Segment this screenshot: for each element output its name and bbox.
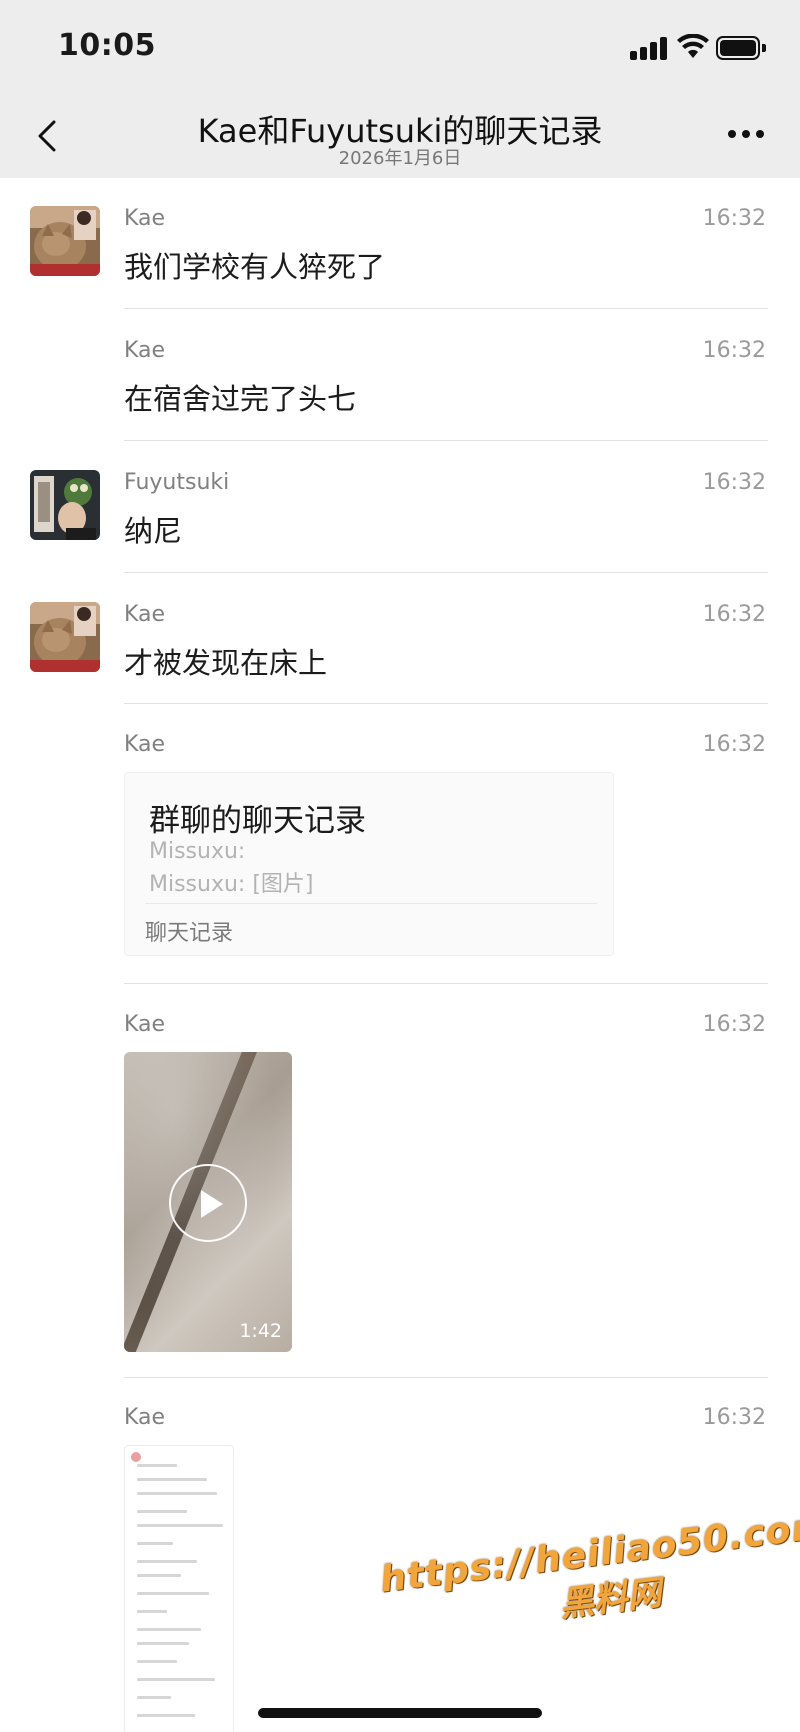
chat-record-item[interactable]: Fuyutsuki 16:32 纳尼 (0, 470, 800, 574)
chat-record-item[interactable]: Kae 16:32 才被发现在床上 (0, 602, 800, 706)
play-icon[interactable] (169, 1164, 247, 1242)
video-duration: 1:42 (239, 1320, 282, 1342)
message-time: 16:32 (702, 1012, 766, 1037)
sender-name: Fuyutsuki (124, 470, 230, 495)
kae-cat-avatar[interactable] (30, 602, 100, 672)
status-bar: 10:05 (0, 0, 800, 96)
nav-bar: Kae和Fuyutsuki的聊天记录 2026年1月6日 (0, 96, 800, 178)
cellular-signal-icon (630, 36, 668, 60)
divider (124, 703, 768, 704)
card-footer: 聊天记录 (145, 921, 234, 946)
card-preview-line: Missuxu: [图片] (149, 872, 314, 897)
divider (124, 572, 768, 573)
divider (124, 1377, 768, 1378)
sender-name: Kae (124, 732, 166, 757)
message-time: 16:32 (702, 338, 766, 363)
chat-record-item: Kae 16:32 1:42 (0, 1012, 800, 1372)
message-time: 16:32 (702, 470, 766, 495)
message-text: 我们学校有人猝死了 (124, 250, 386, 284)
sender-name: Kae (124, 1405, 166, 1430)
card-preview-line: Missuxu: (149, 839, 246, 864)
message-time: 16:32 (702, 206, 766, 231)
battery-icon (716, 36, 766, 60)
sender-name: Kae (124, 206, 166, 231)
chat-record-item[interactable]: Kae 16:32 我们学校有人猝死了 (0, 206, 800, 310)
divider (124, 440, 768, 441)
more-options-icon[interactable] (722, 124, 770, 144)
wifi-icon (677, 34, 709, 58)
chat-record-item: Kae 16:32 群聊的聊天记录 Missuxu: Missuxu: [图片]… (0, 732, 800, 982)
page-date: 2026年1月6日 (338, 148, 462, 169)
card-title: 群聊的聊天记录 (149, 803, 366, 839)
sender-name: Kae (124, 338, 166, 363)
fuyutsuki-avatar[interactable] (30, 470, 100, 540)
message-time: 16:32 (702, 602, 766, 627)
chat-record-item[interactable]: Kae 16:32 在宿舍过完了头七 (0, 338, 800, 442)
message-time: 16:32 (702, 1405, 766, 1430)
chat-screenshot-thumbnail[interactable] (124, 1445, 234, 1732)
message-text: 才被发现在床上 (124, 646, 328, 680)
video-thumbnail[interactable]: 1:42 (124, 1052, 292, 1352)
home-indicator[interactable] (258, 1708, 542, 1718)
sender-name: Kae (124, 602, 166, 627)
divider (124, 308, 768, 309)
status-time: 10:05 (58, 28, 156, 63)
message-text: 纳尼 (124, 514, 183, 548)
kae-cat-avatar[interactable] (30, 206, 100, 276)
message-time: 16:32 (702, 732, 766, 757)
forwarded-chat-card[interactable]: 群聊的聊天记录 Missuxu: Missuxu: [图片] 聊天记录 (124, 772, 614, 956)
divider (124, 983, 768, 984)
sender-name: Kae (124, 1012, 166, 1037)
card-divider (145, 903, 597, 904)
message-text: 在宿舍过完了头七 (124, 382, 357, 416)
